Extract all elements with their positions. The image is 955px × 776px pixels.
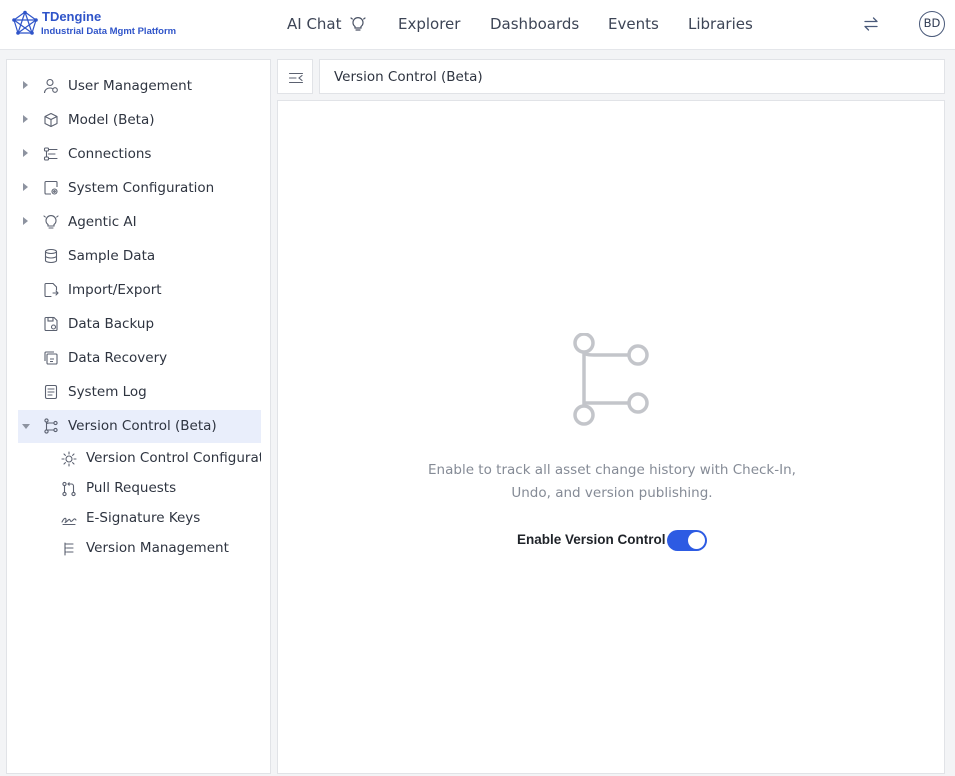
logo-mark-icon bbox=[12, 10, 38, 35]
sidebar-item-data-backup[interactable]: Data Backup bbox=[18, 308, 261, 341]
signature-icon bbox=[61, 517, 77, 526]
sidebar-subitem-label: Version Management bbox=[86, 540, 229, 556]
page-title: Version Control (Beta) bbox=[334, 69, 483, 85]
version-control-description: Enable to track all asset change history… bbox=[428, 462, 796, 501]
caret-right-icon[interactable] bbox=[23, 149, 28, 157]
log-icon bbox=[44, 384, 58, 400]
database-icon bbox=[44, 248, 58, 264]
branch-icon bbox=[573, 333, 649, 426]
sidebar-item-label: Agentic AI bbox=[68, 214, 137, 230]
app-name: TDengine bbox=[42, 9, 102, 24]
sidebar-item-label: Data Recovery bbox=[68, 350, 168, 366]
nav-explorer[interactable]: Explorer bbox=[398, 15, 460, 35]
sidebar-subitem-version-control-configuration[interactable]: Version Control Configuration bbox=[18, 444, 261, 474]
bulb-icon bbox=[350, 17, 366, 31]
sidebar-item-label: Version Control (Beta) bbox=[68, 418, 217, 434]
cube-icon bbox=[44, 112, 58, 128]
nav-ai-chat-label: AI Chat bbox=[287, 15, 342, 33]
sidebar-item-label: Connections bbox=[68, 146, 152, 162]
import-export-icon bbox=[44, 282, 59, 298]
toggle-knob bbox=[688, 532, 705, 549]
collapse-sidebar-button[interactable] bbox=[277, 59, 313, 94]
app-tagline: Industrial Data Mgmt Platform bbox=[41, 26, 177, 37]
sidebar-item-import-export[interactable]: Import/Export bbox=[18, 274, 261, 307]
sidebar-subitem-e-signature-keys[interactable]: E-Signature Keys bbox=[18, 504, 261, 534]
sidebar-item-label: Model (Beta) bbox=[68, 112, 155, 128]
swap-arrows-icon[interactable] bbox=[862, 15, 880, 33]
branch-icon bbox=[44, 418, 58, 434]
caret-right-icon[interactable] bbox=[23, 183, 28, 191]
sidebar-item-label: System Configuration bbox=[68, 180, 215, 196]
nav-libraries[interactable]: Libraries bbox=[688, 15, 753, 35]
version-list-icon bbox=[64, 542, 74, 556]
user-gear-icon bbox=[43, 78, 58, 94]
sidebar-item-system-configuration[interactable]: System Configuration bbox=[18, 172, 261, 205]
system-config-icon bbox=[44, 180, 58, 195]
sidebar-item-data-recovery[interactable]: Data Recovery bbox=[18, 342, 261, 375]
sun-gear-icon bbox=[61, 451, 77, 467]
sidebar-item-label: Import/Export bbox=[68, 282, 162, 298]
sidebar-item-agentic-ai[interactable]: Agentic AI bbox=[18, 206, 261, 239]
sidebar-item-label: System Log bbox=[68, 384, 147, 400]
sidebar-subitem-pull-requests[interactable]: Pull Requests bbox=[18, 474, 261, 504]
sidebar-subitem-version-management[interactable]: Version Management bbox=[18, 534, 261, 564]
sidebar-item-version-control[interactable]: Version Control (Beta) bbox=[18, 410, 261, 443]
sidebar-item-label: User Management bbox=[68, 78, 192, 94]
sidebar-item-connections[interactable]: Connections bbox=[18, 138, 261, 171]
nav-ai-chat[interactable]: AI Chat bbox=[287, 15, 366, 35]
enable-version-control-toggle[interactable] bbox=[667, 530, 707, 551]
backup-icon bbox=[44, 316, 58, 332]
top-header: TDengine Industrial Data Mgmt Platform A… bbox=[0, 0, 955, 50]
avatar[interactable]: BD bbox=[919, 11, 945, 37]
logo[interactable]: TDengine Industrial Data Mgmt Platform bbox=[12, 8, 202, 42]
bulb-icon bbox=[43, 215, 59, 229]
caret-down-icon[interactable] bbox=[22, 424, 30, 429]
recovery-icon bbox=[44, 351, 58, 365]
pull-request-icon bbox=[62, 481, 76, 497]
sidebar-item-system-log[interactable]: System Log bbox=[18, 376, 261, 409]
sidebar-subitem-label: E-Signature Keys bbox=[86, 510, 201, 526]
caret-right-icon[interactable] bbox=[23, 115, 28, 123]
connections-icon bbox=[43, 147, 58, 161]
sidebar-subitem-label: Pull Requests bbox=[86, 480, 177, 496]
sidebar-item-sample-data[interactable]: Sample Data bbox=[18, 240, 261, 273]
breadcrumb: Version Control (Beta) bbox=[319, 59, 945, 94]
sidebar-item-label: Sample Data bbox=[68, 248, 156, 264]
main-panel: Enable to track all asset change history… bbox=[277, 100, 945, 774]
nav-events[interactable]: Events bbox=[608, 15, 659, 35]
caret-right-icon[interactable] bbox=[23, 81, 28, 89]
collapse-sidebar-icon bbox=[288, 72, 304, 84]
sidebar-item-label: Data Backup bbox=[68, 316, 155, 332]
nav-dashboards[interactable]: Dashboards bbox=[490, 15, 579, 35]
caret-right-icon[interactable] bbox=[23, 217, 28, 225]
sidebar-item-user-management[interactable]: User Management bbox=[18, 70, 261, 103]
sidebar-subitem-label: Version Control Configuration bbox=[86, 450, 261, 466]
toggle-label: Enable Version Control bbox=[517, 532, 666, 547]
sidebar: User Management Model (Beta) Connections… bbox=[6, 59, 271, 774]
sidebar-item-model[interactable]: Model (Beta) bbox=[18, 104, 261, 137]
